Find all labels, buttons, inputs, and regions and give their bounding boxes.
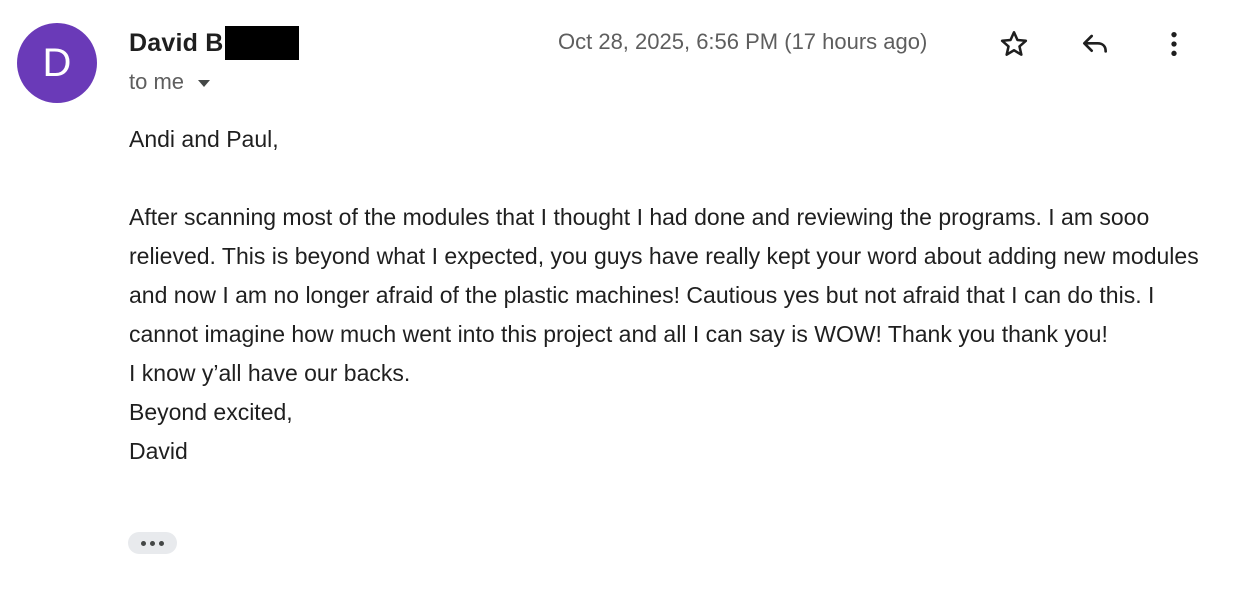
email-message: D David B to me Oct 28, 2025, 6:56 PM (1… — [0, 0, 1233, 589]
reply-button[interactable] — [1075, 24, 1115, 64]
body-line: I know y’all have our backs. — [129, 360, 411, 386]
message-body: Andi and Paul, After scanning most of th… — [129, 120, 1199, 471]
reply-arrow-icon — [1083, 34, 1107, 53]
chevron-down-icon[interactable] — [198, 80, 211, 87]
recipient-label: to me — [129, 69, 185, 94]
sender-row: David B — [129, 26, 300, 60]
message-timestamp: Oct 28, 2025, 6:56 PM (17 hours ago) — [558, 29, 928, 54]
show-trimmed-content-button[interactable] — [128, 532, 177, 554]
more-vertical-icon — [1171, 32, 1177, 56]
ellipsis-icon — [141, 540, 146, 546]
recipient-row: to me — [129, 69, 211, 95]
redaction-box — [225, 26, 300, 60]
star-outline-icon — [1000, 31, 1028, 56]
closing-line: Beyond excited, — [129, 399, 293, 425]
signature-line: David — [129, 438, 188, 464]
greeting-line: Andi and Paul, — [129, 126, 279, 152]
star-button[interactable] — [994, 24, 1034, 64]
sender-name[interactable]: David B — [129, 29, 223, 58]
avatar-letter: D — [42, 40, 72, 85]
more-options-button[interactable] — [1154, 24, 1194, 64]
sender-avatar[interactable]: D — [17, 23, 97, 103]
body-paragraph: After scanning most of the modules that … — [129, 204, 1199, 347]
